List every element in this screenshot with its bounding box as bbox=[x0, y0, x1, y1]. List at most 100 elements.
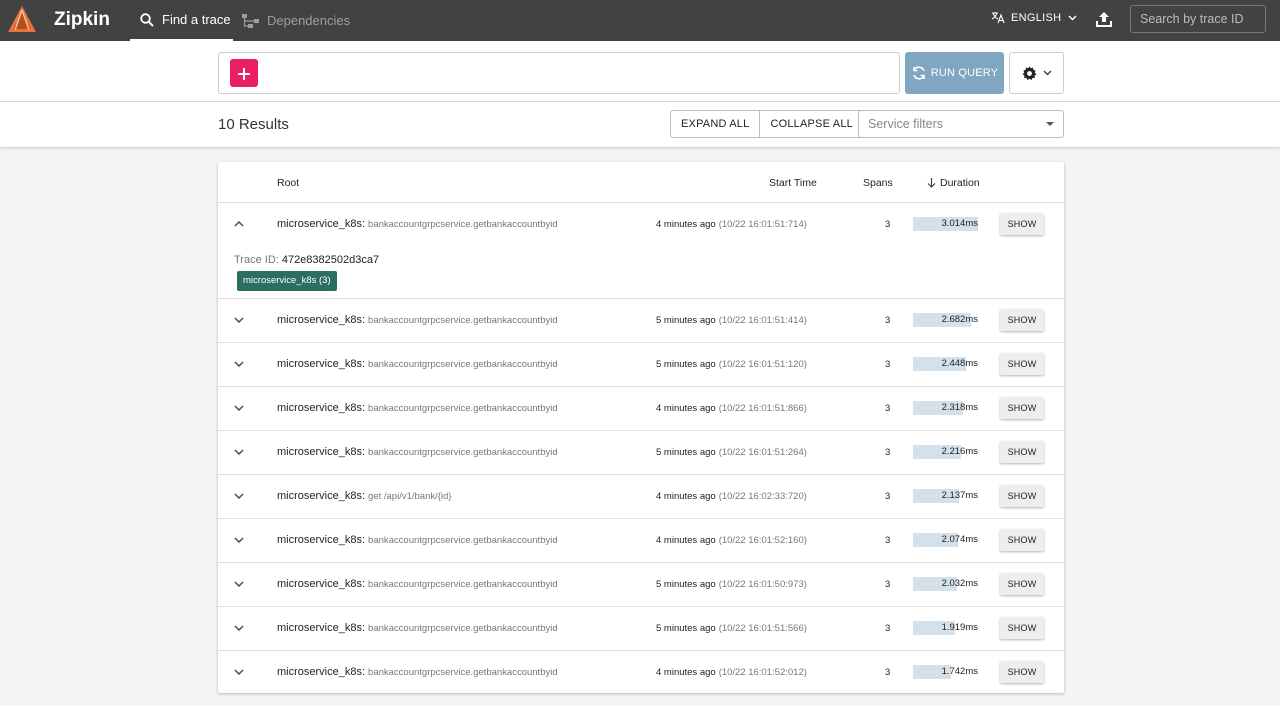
table-row[interactable]: microservice_k8s: bankaccountgrpcservice.… bbox=[218, 343, 1064, 387]
operation-name: bankaccountgrpcservice.getbankaccountbyi… bbox=[368, 535, 558, 546]
service-name: microservice_k8s: bbox=[277, 218, 366, 230]
translate-icon bbox=[991, 12, 1005, 24]
gear-icon bbox=[1021, 65, 1037, 80]
settings-button[interactable] bbox=[1009, 52, 1064, 94]
chevron-up-icon[interactable] bbox=[234, 219, 244, 229]
show-trace-button[interactable]: SHOW bbox=[1000, 213, 1044, 235]
show-trace-button[interactable]: SHOW bbox=[1000, 485, 1044, 507]
start-time: 4 minutes ago (10/22 16:01:52:160) bbox=[656, 535, 807, 546]
start-relative: 5 minutes ago bbox=[656, 623, 716, 634]
header-duration-label: Duration bbox=[940, 177, 980, 189]
show-trace-button[interactable]: SHOW bbox=[1000, 573, 1044, 595]
table-row[interactable]: microservice_k8s: bankaccountgrpcservice.… bbox=[218, 607, 1064, 651]
show-trace-button[interactable]: SHOW bbox=[1000, 309, 1044, 331]
language-selector[interactable]: ENGLISH bbox=[991, 11, 1077, 24]
service-name: microservice_k8s: bbox=[277, 446, 366, 458]
expand-all-button[interactable]: EXPAND ALL bbox=[671, 111, 761, 137]
header-duration[interactable]: Duration bbox=[927, 177, 980, 189]
start-timestamp: (10/22 16:01:51:866) bbox=[718, 403, 807, 414]
tab-dependencies[interactable]: Dependencies bbox=[242, 0, 352, 41]
service-name: microservice_k8s: bbox=[277, 490, 366, 502]
show-trace-button[interactable]: SHOW bbox=[1000, 617, 1044, 639]
start-time: 5 minutes ago (10/22 16:01:51:264) bbox=[656, 447, 807, 458]
table-row[interactable]: microservice_k8s: bankaccountgrpcservice.… bbox=[218, 431, 1064, 475]
root-span: microservice_k8s: bankaccountgrpcservice.… bbox=[277, 314, 558, 326]
chevron-down-icon[interactable] bbox=[234, 579, 244, 589]
root-span: microservice_k8s: bankaccountgrpcservice.… bbox=[277, 358, 558, 370]
upload-icon[interactable] bbox=[1095, 10, 1113, 28]
span-count: 3 bbox=[885, 447, 891, 458]
show-trace-button[interactable]: SHOW bbox=[1000, 661, 1044, 683]
service-name: microservice_k8s: bbox=[277, 666, 366, 678]
tab-dependencies-label: Dependencies bbox=[267, 13, 351, 28]
zipkin-logo-icon[interactable] bbox=[6, 4, 38, 36]
show-trace-button[interactable]: SHOW bbox=[1000, 353, 1044, 375]
duration-value: 1.742ms bbox=[941, 666, 978, 677]
tab-find-trace-label: Find a trace bbox=[162, 12, 231, 27]
duration-cell: 1.742ms bbox=[913, 665, 978, 679]
chevron-down-icon[interactable] bbox=[234, 623, 244, 633]
chevron-down-icon bbox=[1068, 14, 1077, 21]
start-relative: 5 minutes ago bbox=[656, 579, 716, 590]
table-row[interactable]: microservice_k8s: bankaccountgrpcservice.… bbox=[218, 519, 1064, 563]
service-name: microservice_k8s: bbox=[277, 358, 366, 370]
results-bar: 10 Results EXPAND ALL COLLAPSE ALL Servi… bbox=[0, 102, 1280, 147]
table-row[interactable]: microservice_k8s: bankaccountgrpcservice.… bbox=[218, 387, 1064, 431]
table-row[interactable]: microservice_k8s: bankaccountgrpcservice.… bbox=[218, 299, 1064, 343]
service-filters-placeholder: Service filters bbox=[868, 117, 944, 131]
duration-value: 3.014ms bbox=[941, 218, 978, 229]
table-row[interactable]: microservice_k8s: bankaccountgrpcservice.… bbox=[218, 563, 1064, 607]
tab-find-trace[interactable]: Find a trace bbox=[130, 0, 233, 41]
duration-cell: 2.074ms bbox=[913, 533, 978, 547]
chevron-down-icon[interactable] bbox=[234, 491, 244, 501]
language-label: ENGLISH bbox=[1011, 11, 1062, 24]
start-time: 4 minutes ago (10/22 16:02:33:720) bbox=[656, 491, 807, 502]
start-timestamp: (10/22 16:01:51:566) bbox=[718, 623, 807, 634]
root-span: microservice_k8s: bankaccountgrpcservice.… bbox=[277, 446, 558, 458]
span-count: 3 bbox=[885, 359, 891, 370]
table-row[interactable]: microservice_k8s: get /api/v1/bank/{id} 4 … bbox=[218, 475, 1064, 519]
service-filters-select[interactable]: Service filters bbox=[858, 110, 1064, 138]
run-query-button[interactable]: RUN QUERY bbox=[905, 52, 1004, 94]
start-relative: 4 minutes ago bbox=[656, 403, 716, 414]
start-timestamp: (10/22 16:01:51:414) bbox=[718, 315, 807, 326]
top-navbar: Zipkin Find a trace Dependencies ENGLISH bbox=[0, 0, 1280, 41]
start-timestamp: (10/22 16:01:50:973) bbox=[718, 579, 807, 590]
start-timestamp: (10/22 16:01:52:160) bbox=[718, 535, 807, 546]
dropdown-caret-icon bbox=[1046, 122, 1054, 126]
duration-cell: 2.318ms bbox=[913, 401, 978, 415]
show-trace-button[interactable]: SHOW bbox=[1000, 441, 1044, 463]
query-input[interactable] bbox=[218, 52, 900, 94]
run-query-label: RUN QUERY bbox=[930, 67, 999, 79]
brand-name[interactable]: Zipkin bbox=[54, 9, 110, 31]
duration-value: 2.216ms bbox=[941, 446, 978, 457]
traces-table: Root Start Time Spans Duration microserv… bbox=[218, 162, 1064, 695]
span-count: 3 bbox=[885, 667, 891, 678]
add-criteria-button[interactable] bbox=[230, 59, 258, 87]
chevron-down-icon[interactable] bbox=[234, 667, 244, 677]
header-root[interactable]: Root bbox=[277, 177, 299, 189]
chevron-down-icon[interactable] bbox=[234, 315, 244, 325]
table-row[interactable]: microservice_k8s: bankaccountgrpcservice.… bbox=[218, 203, 1064, 299]
duration-value: 2.318ms bbox=[941, 402, 978, 413]
duration-cell: 2.448ms bbox=[913, 357, 978, 371]
chevron-down-icon[interactable] bbox=[234, 403, 244, 413]
duration-value: 1.919ms bbox=[941, 622, 978, 633]
span-count: 3 bbox=[885, 491, 891, 502]
show-trace-button[interactable]: SHOW bbox=[1000, 529, 1044, 551]
service-badge[interactable]: microservice_k8s (3) bbox=[237, 271, 337, 291]
search-trace-input[interactable] bbox=[1130, 5, 1266, 33]
header-start-time[interactable]: Start Time bbox=[769, 177, 817, 189]
chevron-down-icon[interactable] bbox=[234, 359, 244, 369]
chevron-down-icon[interactable] bbox=[234, 447, 244, 457]
chevron-down-icon[interactable] bbox=[234, 535, 244, 545]
results-count: 10 Results bbox=[218, 116, 289, 133]
start-time: 5 minutes ago (10/22 16:01:51:566) bbox=[656, 623, 807, 634]
operation-name: bankaccountgrpcservice.getbankaccountbyi… bbox=[368, 219, 558, 230]
show-trace-button[interactable]: SHOW bbox=[1000, 397, 1044, 419]
start-time: 4 minutes ago (10/22 16:01:51:714) bbox=[656, 219, 807, 230]
operation-name: bankaccountgrpcservice.getbankaccountbyi… bbox=[368, 315, 558, 326]
header-spans[interactable]: Spans bbox=[863, 177, 893, 189]
table-row[interactable]: microservice_k8s: bankaccountgrpcservice.… bbox=[218, 651, 1064, 695]
collapse-all-button[interactable]: COLLAPSE ALL bbox=[760, 111, 863, 137]
